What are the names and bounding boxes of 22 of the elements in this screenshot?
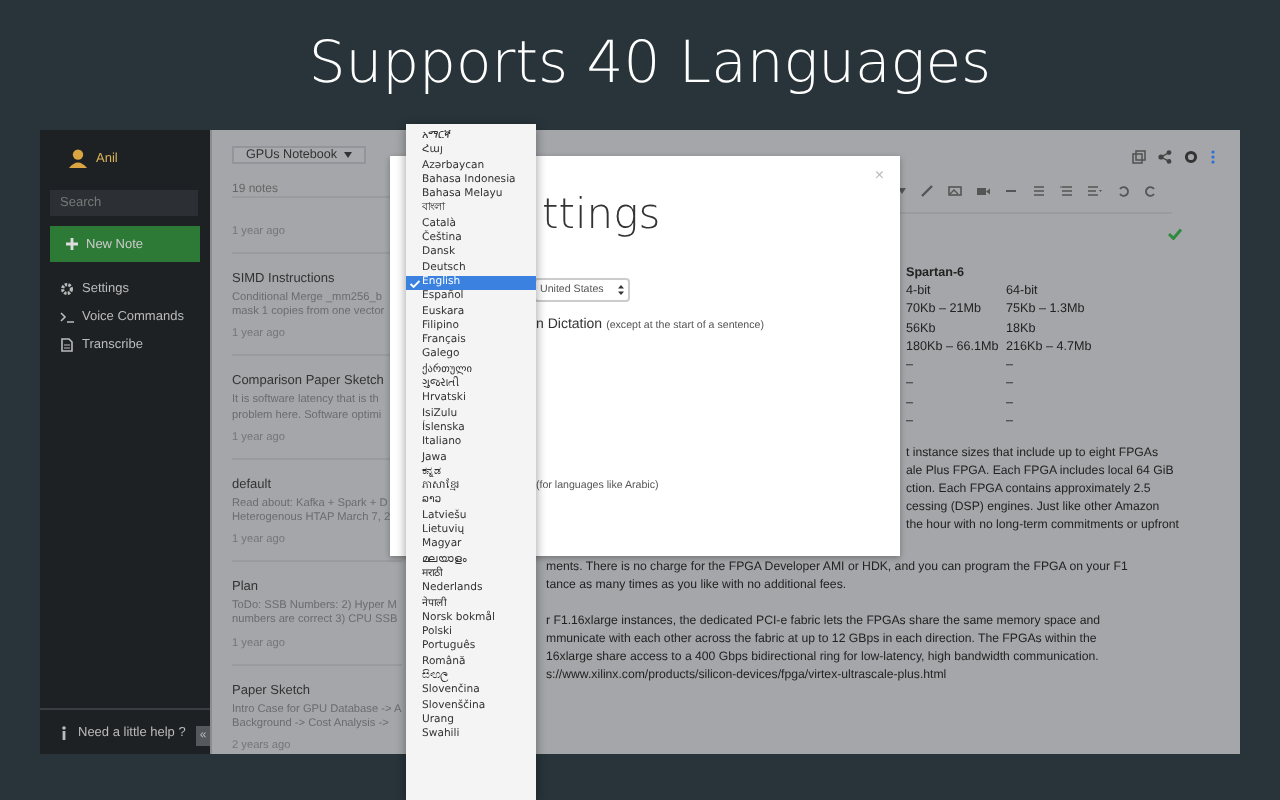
copy-icon: [1132, 149, 1146, 163]
plus-icon: [66, 238, 78, 250]
list-icon: [1032, 184, 1046, 198]
info-icon: [60, 725, 68, 739]
user-avatar-icon: [68, 148, 88, 168]
caret-icon: [343, 152, 351, 158]
list-icon: [1060, 184, 1074, 198]
undo-icon: [1116, 184, 1130, 198]
align-icon: [1088, 184, 1102, 198]
headline: Supports 40 Languages: [306, 26, 994, 100]
terminal-icon: [60, 309, 74, 323]
redo-icon: [1144, 184, 1158, 198]
check-icon: [1168, 228, 1182, 240]
video-icon: [976, 184, 990, 198]
share-icon: [1158, 149, 1172, 163]
gear-icon: [60, 281, 74, 295]
document-icon: [60, 337, 74, 351]
updown-caret-icon: [618, 284, 624, 296]
image-icon: [948, 184, 962, 198]
more-icon: [1210, 149, 1216, 163]
dialog-title: ttings: [542, 190, 661, 238]
minus-icon: [1004, 184, 1018, 198]
